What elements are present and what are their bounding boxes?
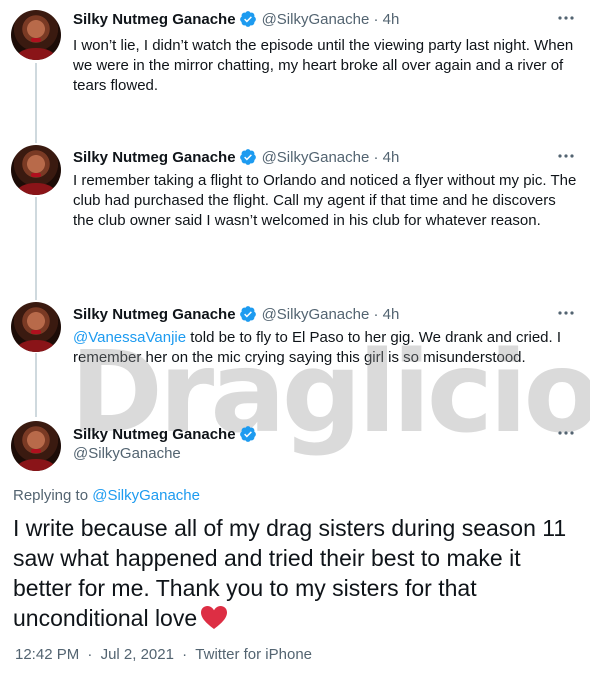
tweet-time[interactable]: 12:42 PM bbox=[15, 646, 79, 663]
verified-badge-icon bbox=[239, 149, 256, 165]
avatar[interactable] bbox=[11, 421, 61, 471]
more-options-icon[interactable] bbox=[556, 146, 576, 166]
replying-to-link[interactable]: @SilkyGanache bbox=[92, 487, 200, 504]
author-handle[interactable]: @SilkyGanache bbox=[73, 445, 181, 462]
verified-badge-icon bbox=[239, 426, 256, 442]
thread-connector-line bbox=[35, 63, 37, 143]
meta-separator: · bbox=[87, 646, 93, 663]
verified-badge-icon bbox=[239, 306, 256, 322]
author-handle-time[interactable]: @SilkyGanache · 4h bbox=[262, 149, 400, 166]
verified-badge-icon bbox=[239, 11, 256, 27]
author-handle-time[interactable]: @SilkyGanache · 4h bbox=[262, 306, 400, 323]
tweet-header: Silky Nutmeg Ganache @SilkyGanache · 4h bbox=[73, 304, 399, 324]
tweet-text: I remember taking a flight to Orlando an… bbox=[73, 172, 577, 229]
more-options-icon[interactable] bbox=[556, 8, 576, 28]
main-tweet-body: I write because all of my drag sisters d… bbox=[13, 515, 567, 631]
replying-prefix: Replying to bbox=[13, 487, 93, 504]
red-heart-icon bbox=[201, 606, 228, 629]
tweet-date[interactable]: Jul 2, 2021 bbox=[101, 646, 174, 663]
replying-to: Replying to @SilkyGanache bbox=[13, 487, 200, 504]
author-handle-time[interactable]: @SilkyGanache · 4h bbox=[262, 11, 400, 28]
tweet-thread: Silky Nutmeg Ganache @SilkyGanache · 4h … bbox=[0, 0, 590, 676]
more-options-icon[interactable] bbox=[556, 423, 576, 443]
tweet-source[interactable]: Twitter for iPhone bbox=[195, 646, 312, 663]
avatar[interactable] bbox=[11, 10, 61, 60]
author-name[interactable]: Silky Nutmeg Ganache bbox=[73, 149, 236, 166]
author-name[interactable]: Silky Nutmeg Ganache bbox=[73, 306, 236, 323]
meta-separator: · bbox=[182, 646, 188, 663]
avatar[interactable] bbox=[11, 145, 61, 195]
tweet-text: @VanessaVanjie told be to fly to El Paso… bbox=[73, 328, 578, 368]
tweet-meta: 12:42 PM · Jul 2, 2021 · Twitter for iPh… bbox=[13, 646, 314, 663]
tweet-header: Silky Nutmeg Ganache @SilkyGanache · 4h bbox=[73, 9, 399, 29]
tweet-header: Silky Nutmeg Ganache bbox=[73, 424, 257, 444]
tweet-text: I won’t lie, I didn’t watch the episode … bbox=[73, 37, 574, 94]
thread-connector-line bbox=[35, 353, 37, 417]
author-name[interactable]: Silky Nutmeg Ganache bbox=[73, 11, 236, 28]
avatar[interactable] bbox=[11, 302, 61, 352]
main-tweet-text: I write because all of my drag sisters d… bbox=[13, 513, 583, 633]
thread-connector-line bbox=[35, 197, 37, 300]
author-name[interactable]: Silky Nutmeg Ganache bbox=[73, 426, 236, 443]
more-options-icon[interactable] bbox=[556, 303, 576, 323]
mention-link[interactable]: @VanessaVanjie bbox=[73, 329, 186, 346]
tweet-header: Silky Nutmeg Ganache @SilkyGanache · 4h bbox=[73, 147, 399, 167]
